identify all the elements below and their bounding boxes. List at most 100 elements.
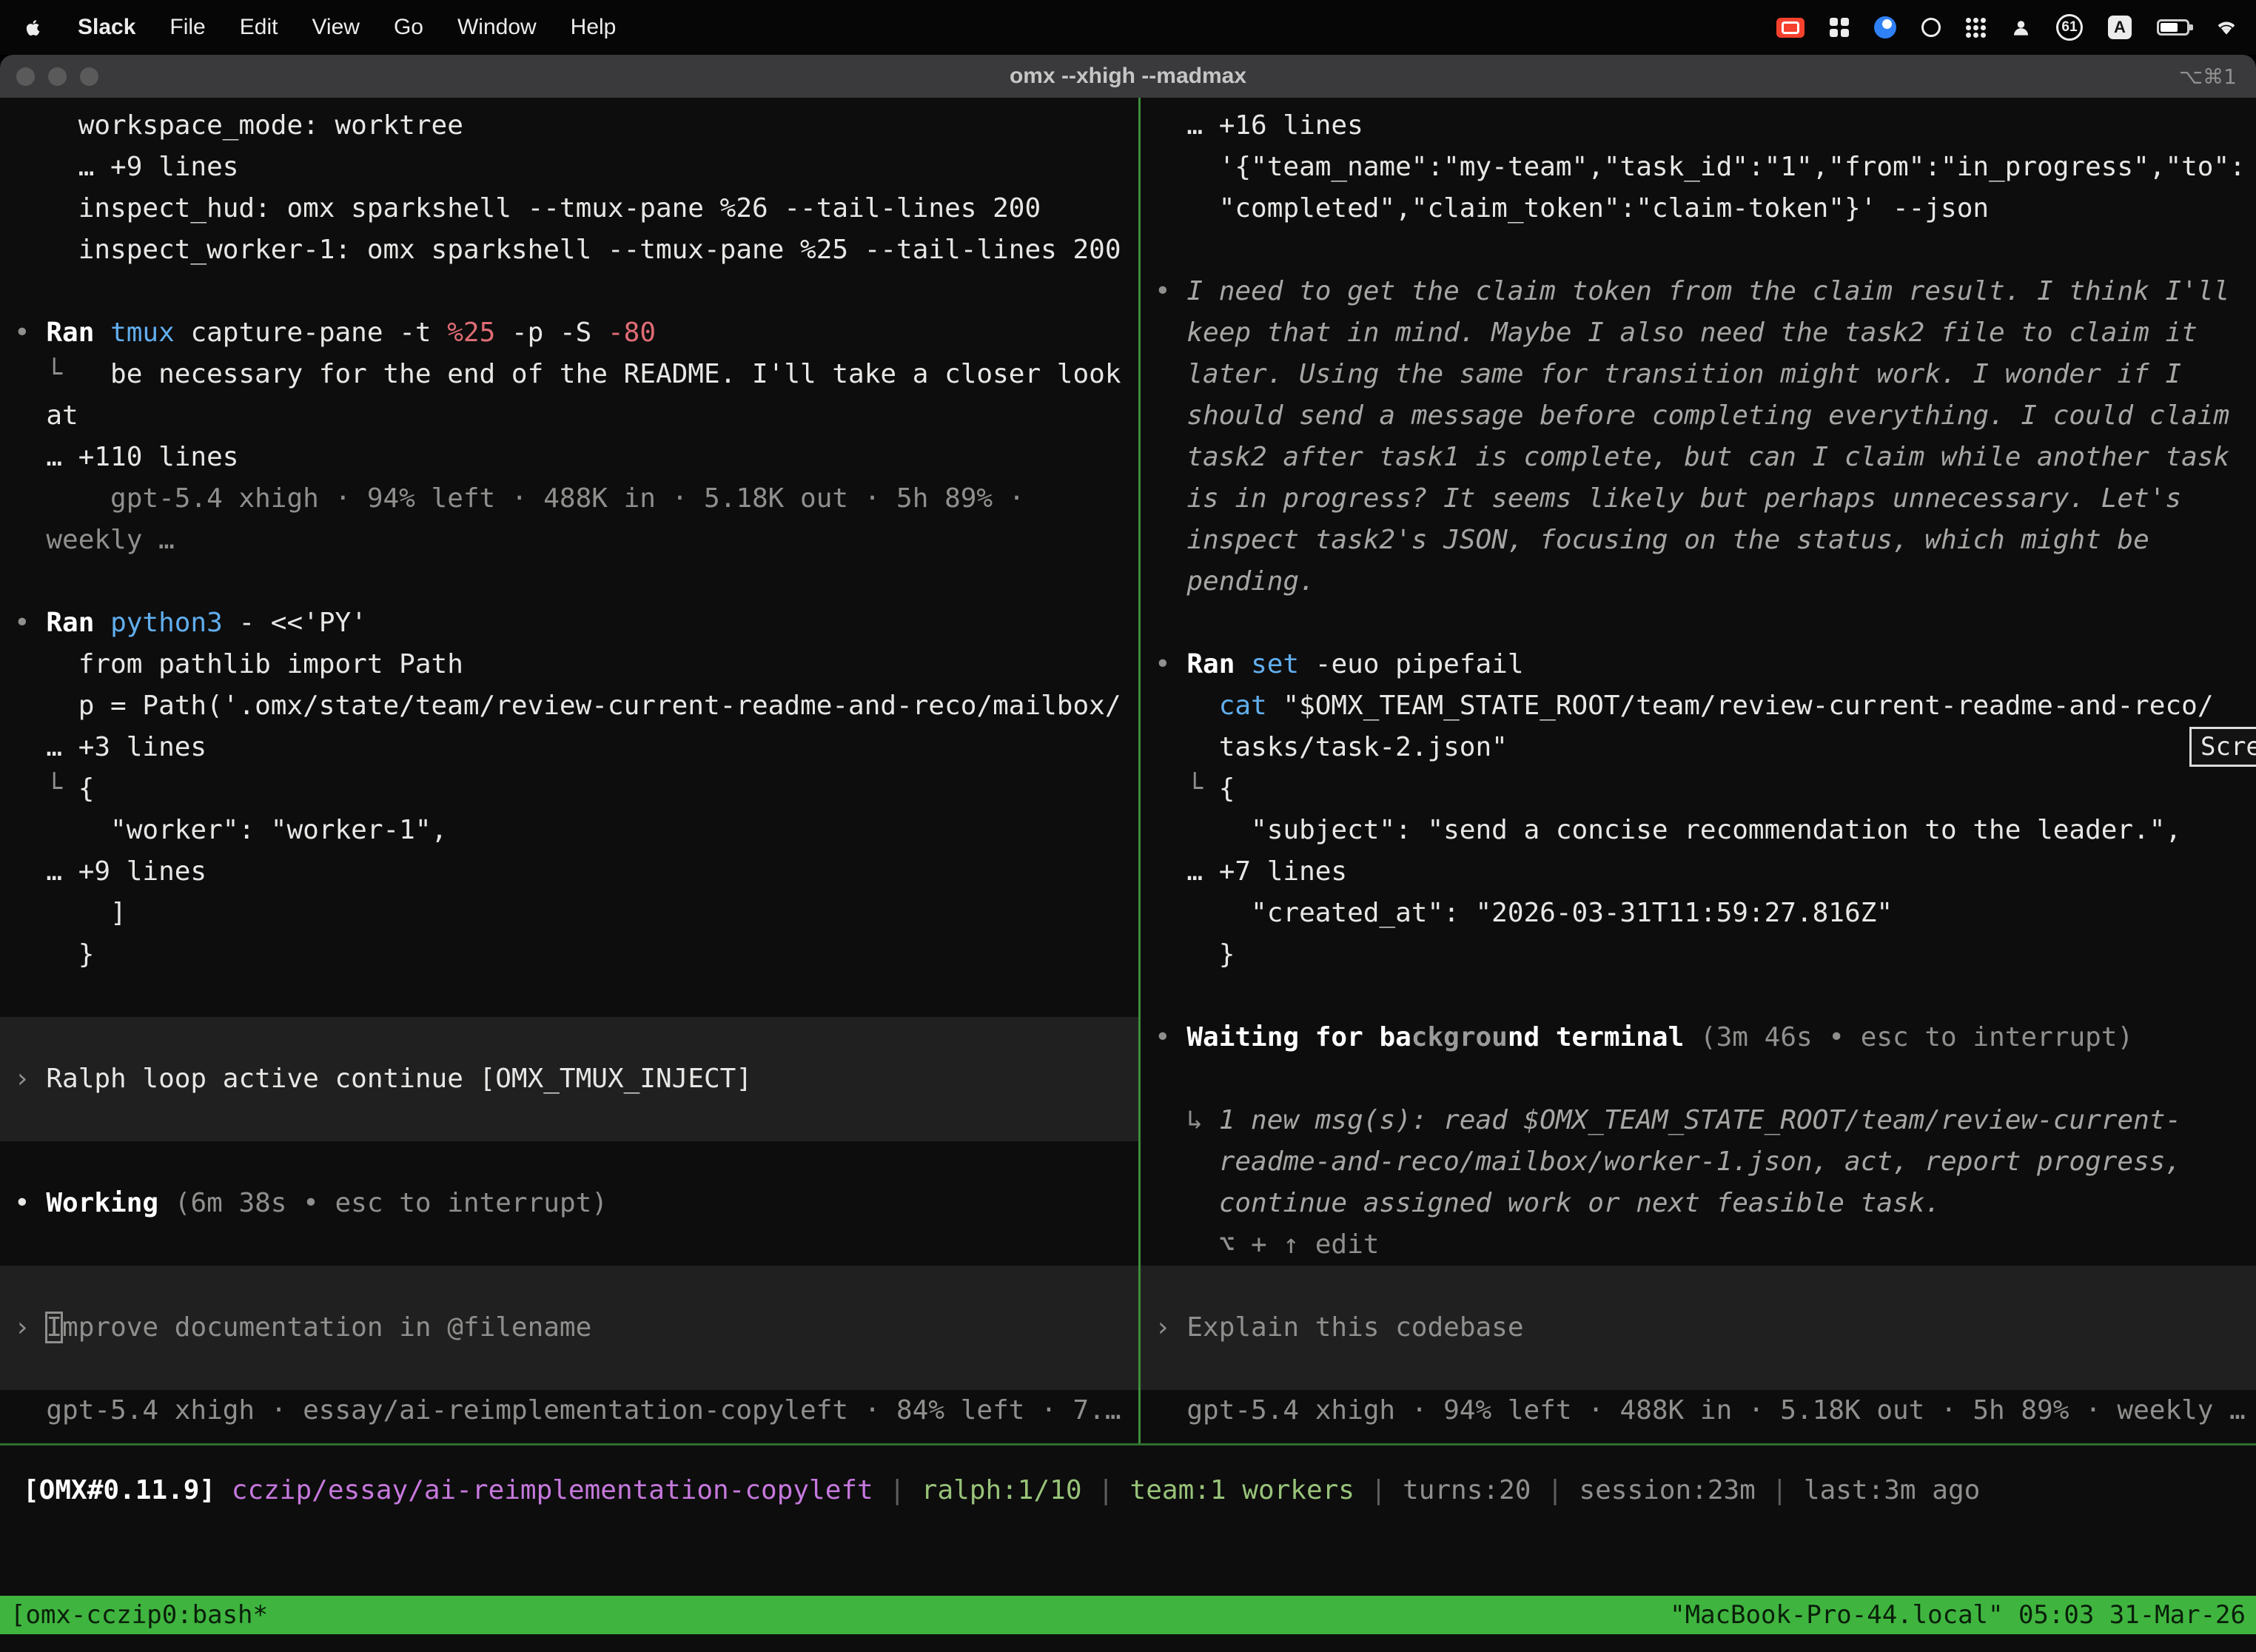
menu-view[interactable]: View [312, 15, 359, 40]
text-segment: at [14, 400, 78, 431]
text-segment: } [14, 939, 94, 970]
highlight-row[interactable] [0, 1100, 1138, 1141]
highlight-row[interactable] [0, 1349, 1138, 1390]
zoom-button[interactable] [80, 67, 98, 86]
text-segment: … +7 lines [1155, 856, 1347, 887]
menubar-status-icons: 61 A [1776, 14, 2256, 41]
circle-app-icon[interactable] [1921, 18, 1941, 37]
tmux-pane-divider[interactable] [1138, 98, 1141, 1443]
menu-edit[interactable]: Edit [240, 15, 278, 40]
highlight-row[interactable] [0, 1266, 1138, 1307]
wifi-icon[interactable] [2215, 18, 2238, 37]
text-segment: "created_at": "2026-03-31T11:59:27.816Z" [1155, 898, 1893, 928]
composer-suggestion[interactable]: › Improve documentation in @filename [0, 1307, 1138, 1349]
terminal-line: '{"team_name":"my-team","task_id":"1","f… [1141, 147, 2256, 188]
composer-suggestion[interactable]: › Explain this codebase [1141, 1307, 2256, 1349]
terminal-line: • Waiting for background terminal (3m 46… [1141, 1017, 2256, 1058]
highlight-row[interactable] [0, 1017, 1138, 1058]
terminal-line: at [0, 395, 1138, 437]
text-segment: | [1531, 1475, 1579, 1505]
terminal-line [0, 1141, 1138, 1183]
ralph-loop-banner[interactable]: › Ralph loop active continue [OMX_TMUX_I… [0, 1058, 1138, 1100]
terminal-line [0, 976, 1138, 1017]
text-segment: I need to get the claim token from the c… [1186, 276, 2229, 306]
blue-app-icon[interactable] [1874, 16, 1896, 38]
dots-grid-icon[interactable] [1966, 18, 1986, 38]
terminal-line: pending. [1141, 561, 2256, 602]
badge-61-icon[interactable]: 61 [2056, 14, 2083, 41]
text-segment: Explain this codebase [1186, 1312, 1523, 1343]
terminal-line: └ { [0, 768, 1138, 810]
text-segment: keep that in mind. Maybe I also need the… [1155, 318, 2198, 348]
tmux-session-window[interactable]: [omx-cczip0:bash* [10, 1600, 268, 1630]
terminal-pane-left[interactable]: workspace_mode: worktree … +9 lines insp… [0, 98, 1138, 1451]
text-segment: • [14, 608, 46, 638]
menu-file[interactable]: File [169, 15, 205, 40]
terminal-line: … +110 lines [0, 437, 1138, 478]
text-segment: inspect_worker-1: omx sparkshell --tmux-… [14, 235, 1121, 265]
terminal-line: … +16 lines [1141, 105, 2256, 147]
menu-help[interactable]: Help [571, 15, 617, 40]
menu-slack[interactable]: Slack [78, 15, 135, 40]
terminal-line: readme-and-reco/mailbox/worker-1.json, a… [1141, 1141, 2256, 1183]
user-icon[interactable] [2011, 18, 2031, 38]
text-segment: workspace_mode: worktree [14, 110, 463, 141]
menu-items: Slack File Edit View Go Window Help [78, 15, 616, 40]
terminal-line: continue assigned work or next feasible … [1141, 1183, 2256, 1224]
terminal-line [1141, 976, 2256, 1017]
text-segment: ] [14, 898, 127, 928]
menu-window[interactable]: Window [457, 15, 537, 40]
text-segment: session:23m [1579, 1475, 1755, 1505]
menu-bar-left: Slack File Edit View Go Window Help [0, 15, 616, 40]
text-segment: { [78, 773, 95, 804]
hud-divider-line [0, 1443, 2256, 1446]
terminal-line: "subject": "send a concise recommendatio… [1141, 810, 2256, 851]
text-segment: python3 [110, 608, 223, 638]
close-button[interactable] [16, 67, 35, 86]
terminal-line: task2 after task1 is complete, but can I… [1141, 437, 2256, 478]
text-segment: • [1155, 649, 1186, 679]
terminal-line [0, 271, 1138, 312]
terminal-line: gpt-5.4 xhigh · essay/ai-reimplementatio… [0, 1390, 1138, 1431]
terminal-line: • Ran tmux capture-pane -t %25 -p -S -80 [0, 312, 1138, 354]
terminal-line: p = Path('.omx/state/team/review-current… [0, 685, 1138, 727]
text-segment: mprove documentation in @filename [62, 1312, 591, 1343]
terminal-line: is in progress? It seems likely but perh… [1141, 478, 2256, 520]
terminal-line: tasks/task-2.json" [1141, 727, 2256, 768]
minimize-button[interactable] [48, 67, 67, 86]
window-titlebar[interactable]: omx --xhigh --madmax ⌥⌘1 [0, 55, 2256, 98]
battery-icon[interactable] [2157, 19, 2189, 36]
text-segment: └ [14, 773, 78, 804]
terminal-line: └ be necessary for the end of the README… [0, 354, 1138, 395]
tmux-status-bar: [omx-cczip0:bash* "MacBook-Pro-44.local"… [0, 1596, 2256, 1634]
highlight-row[interactable] [1141, 1266, 2256, 1307]
text-segment: I [46, 1312, 62, 1343]
text-segment: is in progress? It seems likely but perh… [1155, 483, 2181, 514]
text-segment: [OMX#0.11.9] [23, 1475, 215, 1505]
text-segment: … +9 lines [14, 152, 238, 182]
text-segment: cat [1219, 691, 1267, 721]
text-segment: "completed","claim_token":"claim-token"}… [1155, 193, 1989, 224]
text-segment: } [1155, 939, 1235, 970]
menu-go[interactable]: Go [394, 15, 423, 40]
terminal-line: "created_at": "2026-03-31T11:59:27.816Z" [1141, 893, 2256, 934]
terminal-line [0, 1224, 1138, 1266]
text-segment: "$OMX_TEAM_STATE_ROOT/team/review-curren… [1267, 691, 2214, 721]
highlight-row[interactable] [1141, 1349, 2256, 1390]
terminal-line: ⌥ + ↑ edit [1141, 1224, 2256, 1266]
screen-recording-icon[interactable] [1776, 18, 1805, 38]
text-segment: | [873, 1475, 921, 1505]
keyboard-layout-icon[interactable]: A [2108, 16, 2132, 39]
terminal-line: gpt-5.4 xhigh · 94% left · 488K in · 5.1… [0, 478, 1138, 520]
text-segment: gpt-5.4 xhigh · 94% left · 488K in · 5.1… [14, 483, 1024, 514]
window-manager-icon[interactable] [1830, 18, 1849, 37]
terminal-line: • Ran python3 - <<'PY' [0, 602, 1138, 644]
apple-menu-icon[interactable] [24, 16, 44, 39]
terminal-pane-right[interactable]: … +16 lines '{"team_name":"my-team","tas… [1141, 98, 2256, 1451]
text-segment: from pathlib import Path [14, 649, 463, 679]
terminal-line: gpt-5.4 xhigh · 94% left · 488K in · 5.1… [1141, 1390, 2256, 1431]
text-segment: … +3 lines [14, 732, 207, 762]
terminal-line: } [0, 934, 1138, 976]
text-segment [1155, 691, 1219, 721]
screen: { "menu_bar": { "items": ["Slack", "File… [0, 0, 2256, 1652]
